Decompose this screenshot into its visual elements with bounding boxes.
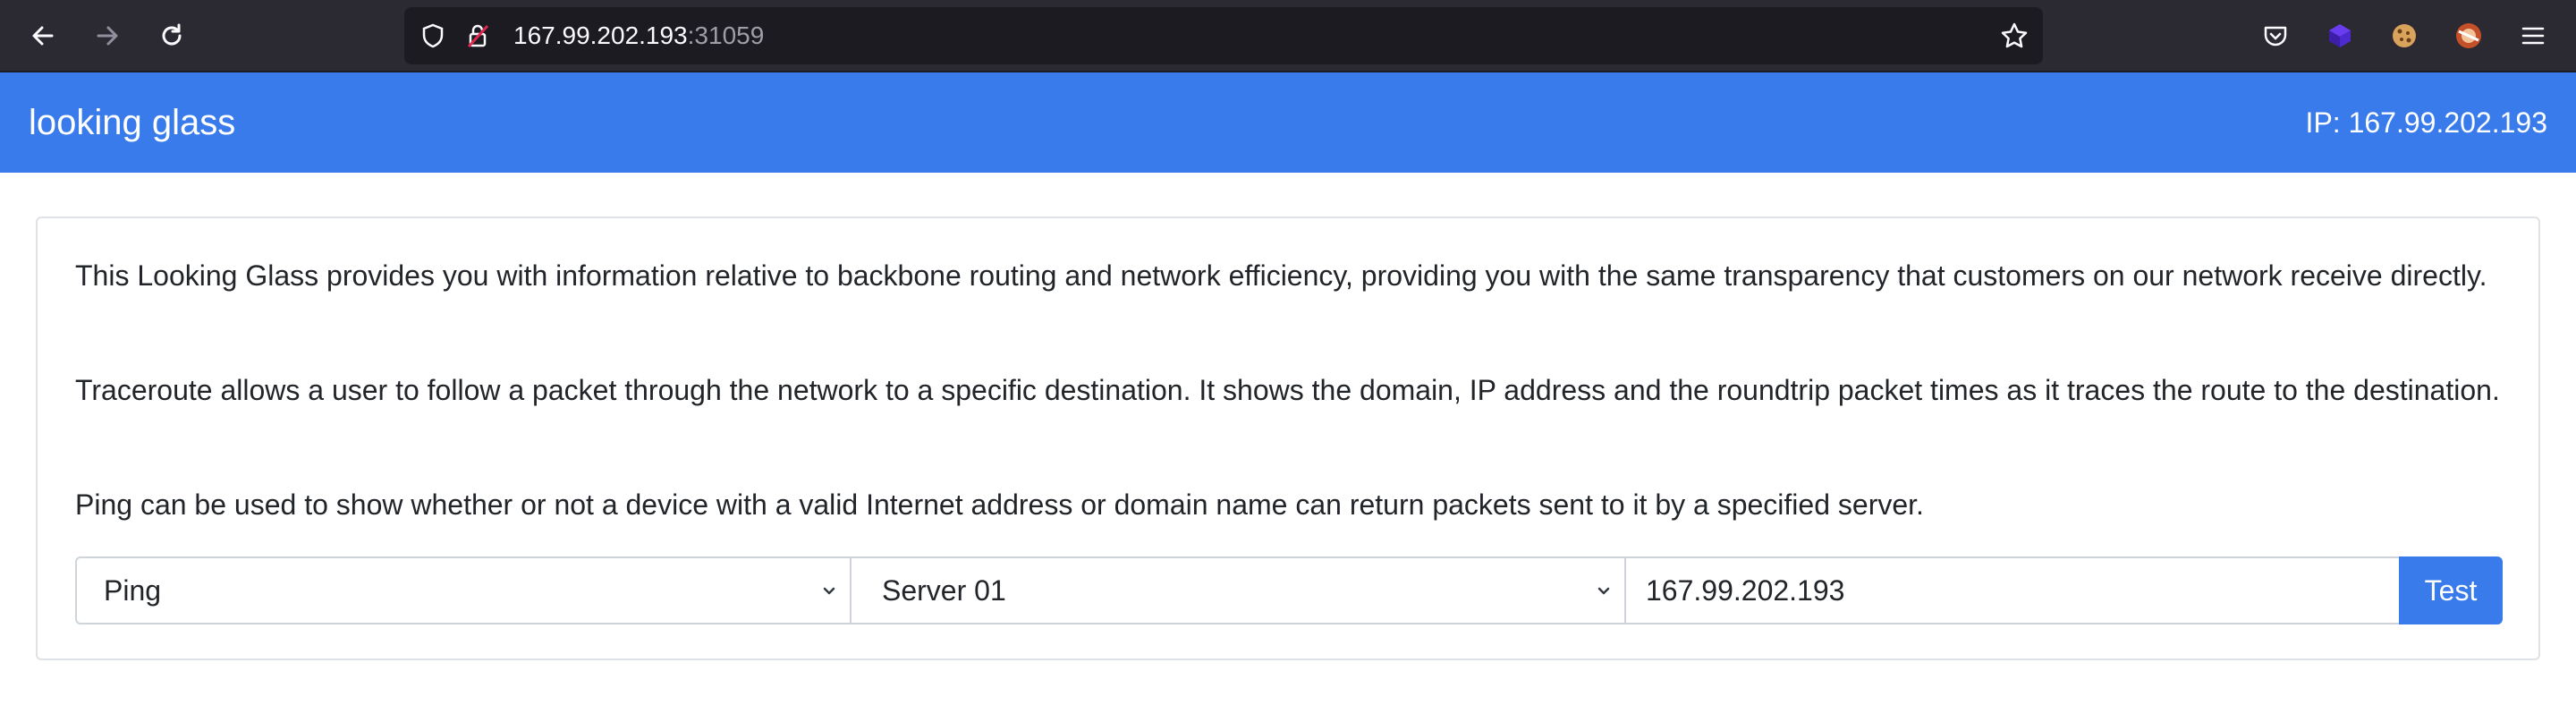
method-select-value: Ping: [104, 574, 162, 607]
traceroute-paragraph: Traceroute allows a user to follow a pac…: [75, 374, 2500, 406]
server-select-value: Server 01: [882, 574, 1006, 607]
browser-toolbar: 167.99.202.193:31059: [0, 0, 2576, 72]
server-select[interactable]: Server 01: [850, 556, 1626, 624]
test-button[interactable]: Test: [2399, 556, 2503, 624]
pocket-icon[interactable]: [2258, 18, 2293, 54]
app-navbar: looking glass IP: 167.99.202.193: [0, 72, 2576, 173]
chevron-down-icon: [823, 587, 835, 595]
url-host: 167.99.202.193: [513, 21, 688, 49]
extension-cube-icon[interactable]: [2322, 18, 2358, 54]
url-port: :31059: [687, 21, 765, 49]
address-bar[interactable]: 167.99.202.193:31059: [404, 7, 2043, 64]
test-form: Ping Server 01 167.99.202.193 Test: [75, 556, 2504, 624]
method-select[interactable]: Ping: [75, 556, 852, 624]
intro-paragraph: This Looking Glass provides you with inf…: [75, 259, 2487, 292]
forward-icon[interactable]: [89, 18, 125, 54]
bookmark-star-icon[interactable]: [1996, 18, 2032, 54]
ping-paragraph: Ping can be used to show whether or not …: [75, 488, 1924, 521]
insecure-lock-icon[interactable]: [460, 18, 496, 54]
client-ip-label: IP: 167.99.202.193: [2305, 106, 2547, 139]
extension-avatar-icon[interactable]: [2451, 18, 2487, 54]
brand-title[interactable]: looking glass: [29, 72, 235, 173]
menu-icon[interactable]: [2515, 18, 2551, 54]
info-card: This Looking Glass provides you with inf…: [36, 217, 2540, 660]
reload-icon[interactable]: [154, 18, 190, 54]
url-text[interactable]: 167.99.202.193:31059: [513, 7, 764, 64]
target-host-input[interactable]: 167.99.202.193: [1624, 556, 2401, 624]
chevron-down-icon: [1597, 587, 1610, 595]
cookie-icon[interactable]: [2386, 18, 2422, 54]
shield-icon[interactable]: [415, 18, 451, 54]
back-icon[interactable]: [25, 18, 61, 54]
